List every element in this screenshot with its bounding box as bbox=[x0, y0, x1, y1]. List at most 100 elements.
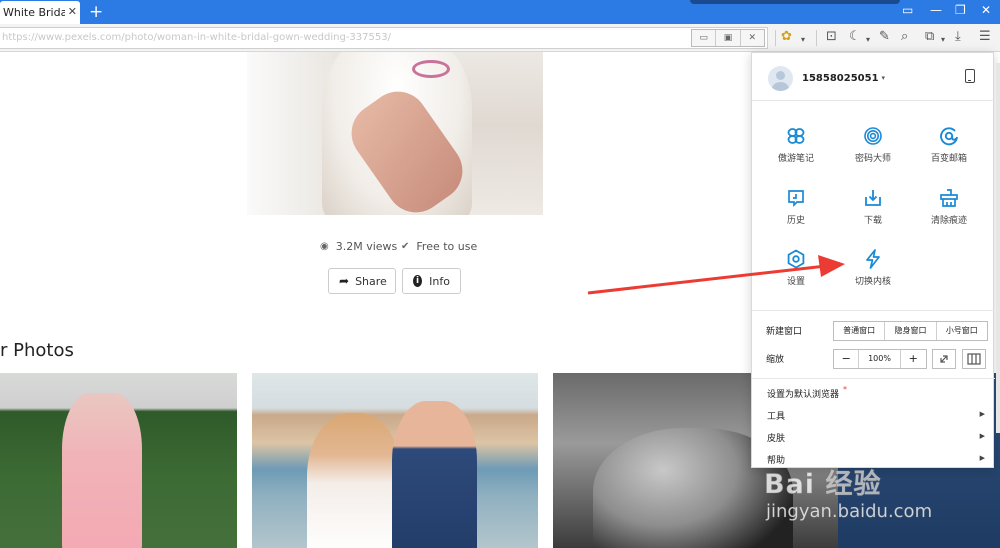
menu-item-label: 历史 bbox=[786, 216, 805, 226]
menu-item-mail[interactable]: 百变邮箱 bbox=[914, 126, 984, 164]
close-window-icon[interactable]: ✕ bbox=[981, 3, 991, 17]
mail-icon bbox=[940, 127, 958, 146]
download-toolbar-icon[interactable]: ⤓ bbox=[955, 30, 961, 44]
sniffer-icon[interactable]: ⌕ bbox=[901, 30, 908, 44]
fingerprint-icon bbox=[864, 127, 882, 145]
toolbar-separator bbox=[775, 30, 776, 46]
views-stat: ◉ 3.2M views bbox=[320, 240, 397, 253]
related-photo[interactable] bbox=[0, 373, 237, 548]
small-window-button[interactable]: 小号窗口 bbox=[937, 322, 987, 340]
chevron-down-icon[interactable]: ▾ bbox=[866, 33, 870, 47]
views-count: 3.2M views bbox=[335, 240, 398, 253]
menu-item-notes[interactable]: 傲游笔记 bbox=[761, 126, 831, 164]
menu-item-clear[interactable]: 清除痕迹 bbox=[914, 188, 984, 226]
watermark-url: jingyan.baidu.com bbox=[766, 501, 933, 523]
submenu-arrow-icon: ▶ bbox=[979, 432, 985, 440]
info-button[interactable]: i Info bbox=[402, 268, 461, 294]
section-title: r Photos bbox=[0, 340, 74, 361]
menu-scrollbar[interactable] bbox=[996, 63, 1000, 433]
username: 15858025051 bbox=[802, 72, 879, 84]
lightning-icon bbox=[866, 249, 880, 269]
menu-item-switch-kernel[interactable]: 切换内核 bbox=[838, 249, 908, 287]
menu-item-download[interactable]: 下载 bbox=[838, 188, 908, 226]
zoom-value: 100% bbox=[859, 350, 901, 368]
menu-item-label: 百变邮箱 bbox=[930, 154, 967, 164]
related-photo[interactable] bbox=[252, 373, 538, 548]
new-tab-button[interactable]: + bbox=[89, 1, 103, 23]
license-text: Free to use bbox=[416, 240, 478, 253]
columns-icon bbox=[967, 353, 981, 365]
maxthon-bee-icon[interactable]: ✿ bbox=[781, 30, 792, 44]
night-mode-icon[interactable]: ☾ bbox=[849, 30, 861, 44]
minimize-icon[interactable]: — bbox=[930, 3, 942, 17]
baidu-jingyan-watermark: Bai 经验 jingyan.baidu.com bbox=[763, 462, 994, 532]
browser-window: { "browser": { "tab_title": "White Brida… bbox=[0, 0, 1000, 548]
menu-divider bbox=[752, 310, 995, 311]
hamburger-menu-icon[interactable]: ☰ bbox=[979, 30, 991, 44]
download-icon bbox=[865, 190, 881, 206]
chevron-down-icon[interactable]: ▾ bbox=[941, 33, 945, 47]
split-screen-button[interactable] bbox=[962, 349, 986, 369]
avatar[interactable] bbox=[768, 65, 793, 91]
tab-title: White Bridal G bbox=[3, 6, 65, 19]
menu-item-set-default[interactable]: 设置为默认浏览器 * bbox=[767, 385, 989, 400]
address-bar-buttons: ▭ ▣ ✕ bbox=[691, 29, 765, 47]
mobile-device-icon[interactable] bbox=[965, 69, 975, 83]
menu-item-settings[interactable]: 设置 bbox=[761, 249, 831, 287]
license-stat: ✔ Free to use bbox=[401, 240, 477, 253]
menu-divider bbox=[752, 100, 995, 101]
menu-divider bbox=[752, 378, 995, 379]
menu-item-history[interactable]: 历史 bbox=[761, 188, 831, 226]
settings-icon bbox=[787, 249, 805, 269]
fullscreen-button[interactable] bbox=[932, 349, 956, 369]
history-icon bbox=[788, 190, 804, 208]
menu-item-tools[interactable]: 工具 ▶ bbox=[767, 409, 989, 422]
tab-strip: White Bridal G ✕ + ▭ — ❐ ✕ bbox=[0, 0, 1000, 24]
share-button[interactable]: ➦ Share bbox=[328, 268, 396, 294]
chevron-down-icon[interactable]: ▾ bbox=[882, 74, 886, 82]
address-bar[interactable]: https://www.pexels.com/photo/woman-in-wh… bbox=[0, 27, 768, 49]
menu-item-label: 密码大师 bbox=[854, 154, 891, 164]
hero-photo[interactable] bbox=[247, 52, 543, 215]
window-mode-group: 普通窗口 隐身窗口 小号窗口 bbox=[833, 321, 988, 341]
address-close-icon[interactable]: ✕ bbox=[741, 30, 764, 46]
expand-icon bbox=[940, 355, 948, 363]
address-restore-icon[interactable]: ▣ bbox=[716, 30, 741, 46]
share-arrow-icon: ➦ bbox=[339, 274, 350, 288]
submenu-arrow-icon: ▶ bbox=[979, 410, 985, 418]
menu-item-label: 切换内核 bbox=[854, 277, 891, 287]
zoom-in-button[interactable]: + bbox=[901, 350, 926, 368]
info-icon: i bbox=[413, 275, 423, 287]
new-badge: * bbox=[843, 385, 847, 394]
address-minimize-icon[interactable]: ▭ bbox=[692, 30, 717, 46]
menu-item-label: 设置 bbox=[786, 277, 805, 287]
tab-close-icon[interactable]: ✕ bbox=[68, 5, 77, 18]
menu-item-password[interactable]: 密码大师 bbox=[838, 126, 908, 164]
browser-main-menu: 15858025051 ▾ 傲游笔记 密码大师 百变邮箱 历史 下载 清除痕迹 … bbox=[751, 52, 1000, 468]
screenshot-icon[interactable]: ⊡ bbox=[826, 30, 837, 44]
window-layout-icon[interactable]: ▭ bbox=[902, 3, 913, 17]
tools-icon[interactable]: ✎ bbox=[879, 30, 890, 44]
browser-tab[interactable]: White Bridal G ✕ bbox=[0, 1, 80, 24]
watermark-logo: Bai 经验 bbox=[763, 469, 882, 501]
toolbar-separator bbox=[816, 30, 817, 46]
clear-traces-icon bbox=[940, 189, 958, 207]
zoom-control: − 100% + bbox=[833, 349, 927, 369]
private-window-button[interactable]: 隐身窗口 bbox=[885, 322, 937, 340]
eye-icon: ◉ bbox=[320, 241, 329, 252]
chevron-down-icon[interactable]: ▾ bbox=[801, 33, 805, 47]
menu-item-label: 皮肤 bbox=[767, 434, 786, 444]
normal-window-button[interactable]: 普通窗口 bbox=[834, 322, 886, 340]
zoom-label: 缩放 bbox=[766, 355, 785, 365]
navigation-toolbar: https://www.pexels.com/photo/woman-in-wh… bbox=[0, 24, 1000, 52]
tab-strip-decoration bbox=[690, 0, 900, 4]
menu-item-label: 清除痕迹 bbox=[930, 216, 967, 226]
crop-icon[interactable]: ⧉ bbox=[925, 30, 934, 44]
account-row[interactable]: 15858025051 ▾ bbox=[768, 65, 885, 91]
zoom-out-button[interactable]: − bbox=[834, 350, 860, 368]
menu-item-label: 下载 bbox=[863, 216, 882, 226]
menu-item-label: 设置为默认浏览器 bbox=[767, 390, 840, 400]
menu-item-skin[interactable]: 皮肤 ▶ bbox=[767, 431, 989, 444]
notes-icon bbox=[787, 128, 805, 144]
restore-icon[interactable]: ❐ bbox=[955, 3, 966, 17]
